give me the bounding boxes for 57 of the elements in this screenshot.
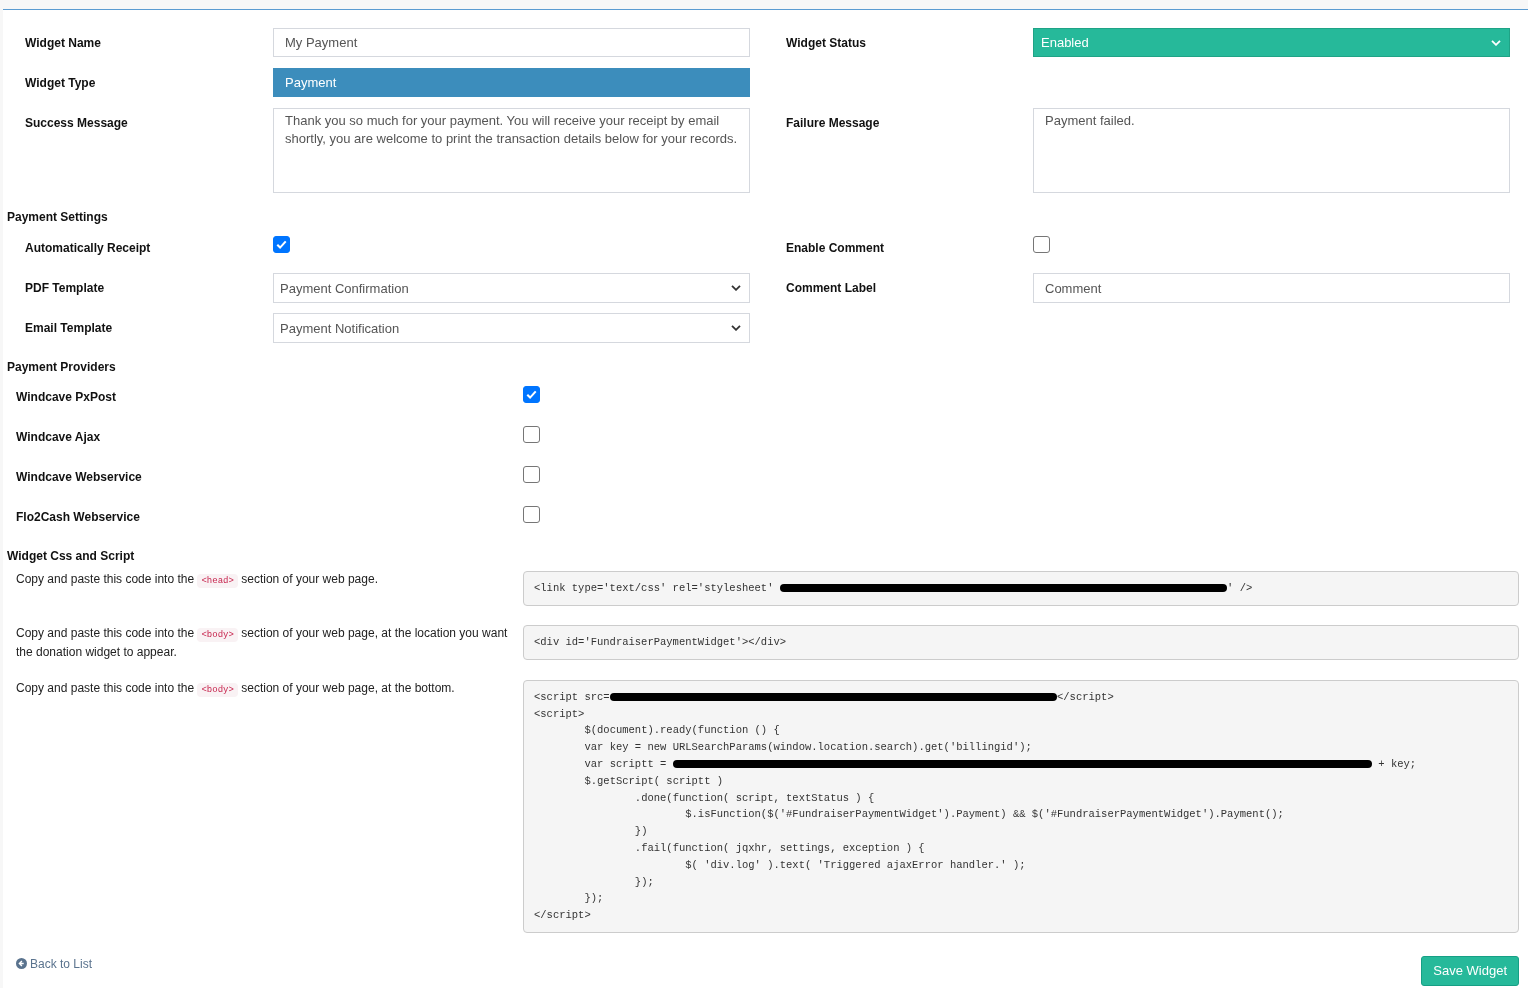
code-text: $(document).ready(function () { bbox=[583, 723, 780, 739]
arrow-left-circle-icon bbox=[16, 958, 27, 970]
code-text: var scriptt = bbox=[583, 757, 668, 772]
field-label: Success Message bbox=[25, 115, 129, 132]
section-heading: Widget Css and Script bbox=[7, 548, 136, 565]
checkbox[interactable] bbox=[1033, 236, 1050, 253]
message-textarea[interactable]: Payment failed. bbox=[1033, 108, 1510, 193]
instruction-text: Copy and paste this code into the <body> section of your web page, at the bottom. bbox=[16, 679, 456, 699]
instruction-text: Copy and paste this code into the <head> section of your web page. bbox=[16, 571, 379, 590]
chevron-down-icon bbox=[731, 285, 741, 291]
checkbox[interactable] bbox=[523, 466, 540, 483]
code-text: .done(function( script, textStatus ) { bbox=[633, 790, 875, 806]
chevron-down-icon bbox=[731, 325, 741, 331]
code-text: <div id='FundraiserPaymentWidget'></div> bbox=[534, 634, 787, 650]
chevron-down-icon bbox=[1491, 39, 1501, 46]
message-textarea[interactable]: Thank you so much for your payment. You will receive your receipt by email shortly, you are welcome to print the transaction details below for your records. bbox=[273, 108, 750, 193]
code-text: + key; bbox=[1377, 757, 1417, 772]
provider-label: Flo2Cash Webservice bbox=[16, 509, 141, 526]
instruction-text: Copy and paste this code into the <body> section of your web page, at the location you want the donation widget to appear. bbox=[16, 624, 509, 661]
code-text: <script> bbox=[534, 706, 585, 722]
field-label: Automatically Receipt bbox=[25, 240, 152, 257]
code-text: }); bbox=[633, 874, 654, 890]
field-label: Widget Status bbox=[786, 35, 867, 52]
checkbox[interactable] bbox=[273, 236, 290, 253]
code-text: .fail(function( jqxhr, settings, exception ) { bbox=[633, 840, 925, 856]
field-label: Email Template bbox=[25, 320, 114, 337]
dropdown-select[interactable]: Payment Confirmation bbox=[273, 273, 750, 303]
provider-label: Windcave Webservice bbox=[16, 469, 143, 486]
section-heading: Payment Providers bbox=[7, 359, 117, 376]
section-heading: Payment Settings bbox=[7, 209, 109, 226]
field-label: PDF Template bbox=[25, 280, 106, 297]
field-label: Widget Name bbox=[25, 35, 102, 52]
field-label: Widget Type bbox=[25, 75, 97, 92]
type-field[interactable]: Payment bbox=[273, 68, 750, 97]
code-text: $.isFunction($('#FundraiserPaymentWidget').Payment) && $('#FundraiserPaymentWidget').Payment(); bbox=[684, 807, 1284, 823]
code-text: }) bbox=[633, 824, 648, 840]
code-text: ' /> bbox=[1227, 581, 1253, 596]
text-input[interactable]: Comment bbox=[1033, 273, 1510, 303]
provider-label: Windcave Ajax bbox=[16, 429, 102, 446]
code-text: var key = new URLSearchParams(window.location.search).get('billingid'); bbox=[583, 740, 1032, 756]
checkbox[interactable] bbox=[523, 506, 540, 523]
code-text: }); bbox=[583, 891, 604, 907]
provider-label: Windcave PxPost bbox=[16, 389, 117, 406]
code-text: <link type='text/css' rel='stylesheet' bbox=[534, 581, 775, 596]
back-to-list-link[interactable]: Back to List bbox=[16, 955, 93, 972]
code-text: <script src= bbox=[534, 689, 610, 705]
code-text: </script> bbox=[534, 908, 591, 924]
text-input[interactable]: My Payment bbox=[273, 28, 750, 57]
code-text: </script> bbox=[1057, 689, 1114, 705]
field-label: Failure Message bbox=[786, 115, 881, 132]
dropdown-select[interactable]: Payment Notification bbox=[273, 313, 750, 343]
field-label: Comment Label bbox=[786, 280, 877, 297]
field-label: Enable Comment bbox=[786, 240, 885, 257]
code-text: $( 'div.log' ).text( 'Triggered ajaxError handler.' ); bbox=[684, 857, 1026, 873]
checkbox[interactable] bbox=[523, 426, 540, 443]
checkbox[interactable] bbox=[523, 386, 540, 403]
code-text: $.getScript( scriptt ) bbox=[583, 773, 724, 789]
